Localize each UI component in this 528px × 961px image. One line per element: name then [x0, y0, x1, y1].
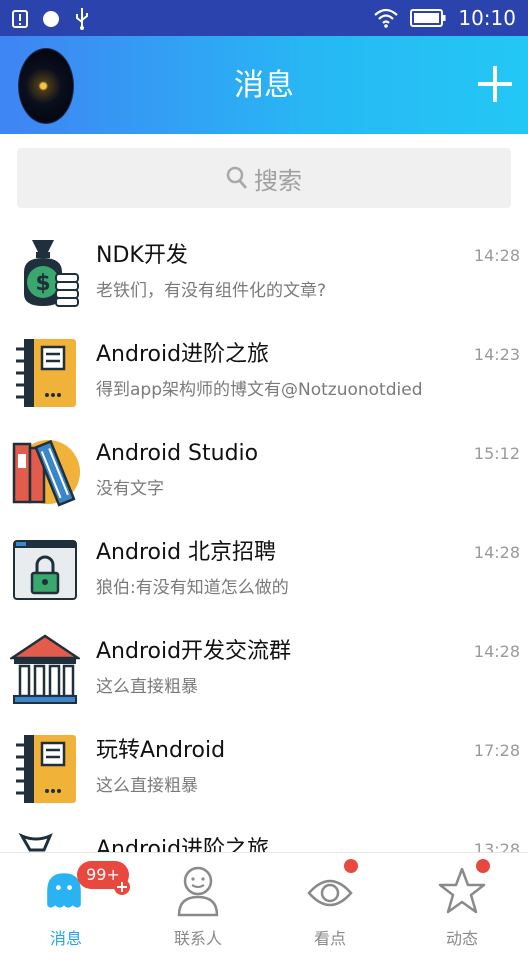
svg-text:$: $	[35, 271, 50, 296]
notification-dot	[476, 859, 490, 873]
books-icon	[12, 439, 80, 507]
battery-icon	[410, 9, 446, 27]
badge-plus-icon	[114, 879, 130, 895]
conversation-time: 15:12	[473, 444, 520, 463]
conversation-preview: 狼伯:有没有知道怎么做的	[96, 578, 289, 598]
conversation-title: Android 北京招聘	[96, 540, 277, 565]
conversation-preview: 没有文字	[96, 479, 164, 499]
status-time: 10:10	[458, 6, 516, 30]
conversation-list: $ NDK开发 14:28 老铁们，有没有组件化的文章? Android进阶之旅…	[0, 224, 528, 852]
conversation-time: 14:28	[473, 543, 520, 562]
list-item[interactable]: Android Studio 15:12 没有文字	[0, 422, 528, 521]
list-item[interactable]: Android进阶之旅 14:23 得到app架构师的博文有@Notzuonot…	[0, 323, 528, 422]
list-item[interactable]: Android开发交流群 14:28 这么直接粗暴	[0, 620, 528, 719]
list-item[interactable]: Android进阶之旅 13:28	[0, 818, 528, 852]
wifi-icon	[374, 8, 399, 28]
conversation-preview: 这么直接粗暴	[96, 776, 198, 796]
tab-label: 看点	[313, 929, 346, 948]
circle-notification-icon	[43, 11, 59, 27]
search-placeholder: 搜索	[254, 166, 302, 195]
notification-dot	[344, 859, 358, 873]
conversation-preview: 得到app架构师的博文有@Notzuonotdied	[96, 380, 423, 400]
conversation-time: 14:23	[473, 345, 520, 364]
search-input[interactable]: 搜索	[17, 148, 511, 208]
tab-highlights[interactable]: 看点	[264, 853, 396, 961]
tab-contacts[interactable]: 联系人	[132, 853, 264, 961]
conversation-title: 玩转Android	[96, 738, 226, 763]
money-bag-icon: $	[24, 240, 79, 307]
conversation-preview: 这么直接粗暴	[96, 677, 198, 697]
notebook-icon	[16, 339, 76, 407]
list-item[interactable]: Android 北京招聘 14:28 狼伯:有没有知道怎么做的	[0, 521, 528, 620]
status-bar: 10:10	[0, 0, 528, 36]
search-icon	[226, 166, 248, 189]
search-section: 搜索	[0, 134, 528, 224]
usb-icon	[76, 8, 88, 30]
tab-label: 联系人	[173, 929, 222, 948]
tab-messages[interactable]: 99+ 消息	[0, 853, 132, 961]
conversation-title: Android进阶之旅	[96, 837, 270, 852]
conversation-title: Android进阶之旅	[96, 342, 270, 367]
tab-label: 动态	[445, 929, 478, 948]
bank-building-icon	[10, 634, 80, 704]
app-header: 消息	[0, 36, 528, 134]
conversation-title: Android开发交流群	[96, 639, 292, 664]
contact-person-icon	[177, 866, 219, 917]
conversation-time: 13:28	[473, 840, 520, 852]
list-item[interactable]: $ NDK开发 14:28 老铁们，有没有组件化的文章?	[0, 224, 528, 323]
page-title: 消息	[234, 68, 294, 103]
conversation-title: NDK开发	[96, 243, 188, 268]
locked-browser-icon	[13, 540, 77, 600]
list-item[interactable]: 玩转Android 17:28 这么直接粗暴	[0, 719, 528, 818]
tab-label: 消息	[49, 929, 82, 948]
conversation-preview: 老铁们，有没有组件化的文章?	[96, 281, 327, 301]
add-plus-icon[interactable]	[478, 62, 512, 106]
conversation-time: 14:28	[473, 246, 520, 265]
notebook-icon	[16, 735, 76, 803]
bottom-tab-bar: 99+ 消息 联系人 看点 动态	[0, 852, 528, 961]
alert-notification-icon	[12, 10, 28, 28]
conversation-time: 14:28	[473, 642, 520, 661]
tab-moments[interactable]: 动态	[396, 853, 528, 961]
conversation-title: Android Studio	[96, 441, 259, 466]
conversation-time: 17:28	[473, 741, 520, 760]
money-bag-icon	[18, 832, 53, 852]
